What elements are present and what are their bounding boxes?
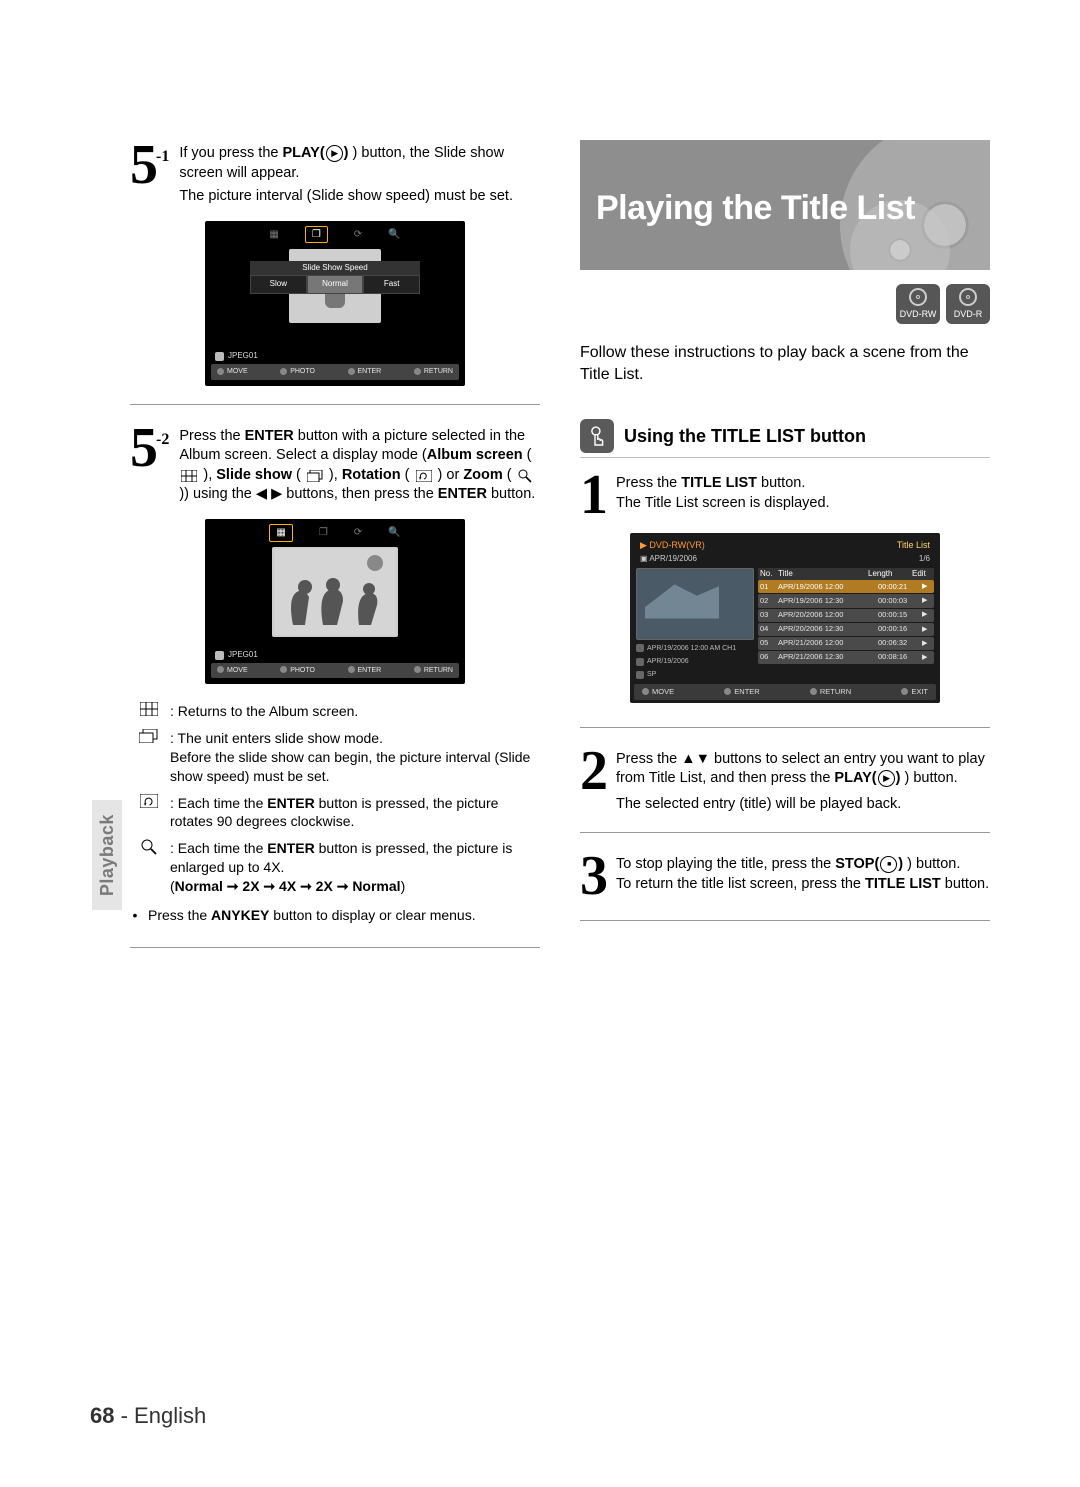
intro-text: Follow these instructions to play back a… [580, 342, 990, 385]
section-title: Using the TITLE LIST button [624, 424, 866, 448]
speed-fast: Fast [363, 275, 420, 294]
step-num: 2 [580, 746, 606, 796]
step-num: 3 [580, 851, 606, 901]
badge-dvd-r: DVD-R [946, 284, 990, 324]
title-list-row: 04APR/20/2006 12:3000:00:16▶ [758, 623, 934, 636]
step-num: 1 [580, 470, 606, 520]
osd-file: JPEG01 [211, 348, 459, 362]
disc-icon [959, 288, 977, 306]
rotate-icon [138, 794, 160, 808]
divider [580, 457, 990, 458]
title-thumbnail [636, 568, 754, 640]
speed-row: Slow Normal Fast [250, 275, 420, 294]
speed-title: Slide Show Speed [250, 261, 420, 276]
step-sup: -1 [156, 146, 169, 168]
step-num: 5 [130, 140, 156, 190]
page-footer: 68 - English [90, 1401, 206, 1431]
title-list-row: 06APR/21/2006 12:3000:08:16▶ [758, 651, 934, 664]
grid-icon [181, 469, 197, 481]
section-head: Using the TITLE LIST button [580, 419, 990, 453]
hero-title: Playing the Title List [596, 186, 915, 232]
speed-normal: Normal [307, 275, 364, 294]
play-icon: ▶ [326, 145, 343, 162]
title-list-row: 05APR/21/2006 12:0000:06:32▶ [758, 637, 934, 650]
rotate-icon: ⟳ [354, 228, 362, 242]
divider [580, 727, 990, 728]
icon-legend: : Returns to the Album screen. : The uni… [138, 702, 540, 896]
title-list-row: 03APR/20/2006 12:0000:00:15▶ [758, 609, 934, 622]
divider [580, 920, 990, 921]
slideshow-icon [138, 729, 160, 743]
step-text: If you press the PLAY(▶) ) button, the S… [179, 140, 540, 207]
step-3: 3 To stop playing the title, press the S… [580, 851, 990, 901]
title-list-row: 01APR/19/2006 12:0000:00:21▶ [758, 580, 934, 593]
anykey-note: • Press the ANYKEY button to display or … [130, 906, 540, 925]
step-5-2: 5 -2 Press the ENTER button with a pictu… [130, 423, 540, 505]
slideshow-icon: ❐ [305, 226, 328, 244]
slideshow-icon: ❐ [319, 526, 328, 540]
osd-help: MOVE PHOTO ENTER RETURN [211, 364, 459, 379]
play-icon: ▶ [878, 770, 895, 787]
title-list-row: 02APR/19/2006 12:3000:00:03▶ [758, 594, 934, 607]
step-sup: -2 [156, 429, 169, 451]
step-text: To stop playing the title, press the STO… [616, 851, 989, 894]
step-2: 2 Press the ▲▼ buttons to select an entr… [580, 746, 990, 815]
zoom-icon [138, 839, 160, 855]
step-5-1: 5 -1 If you press the PLAY(▶) ) button, … [130, 140, 540, 207]
osd-slideshow-speed: ▦ ❐ ⟳ 🔍 Slide Show Speed Slow Normal Fas… [205, 221, 465, 386]
slideshow-icon [307, 469, 323, 481]
zoom-icon: 🔍 [388, 526, 400, 540]
zoom-icon [518, 469, 534, 481]
hand-icon [580, 419, 614, 453]
title-list-screenshot: ▶ DVD-RW(VR) Title List ▣ APR/19/2006 1/… [630, 533, 940, 703]
hero-banner: Playing the Title List [580, 140, 990, 270]
divider [130, 947, 540, 948]
rotate-icon [416, 469, 432, 481]
divider [580, 832, 990, 833]
rotate-icon: ⟳ [354, 526, 362, 540]
stop-icon: ■ [880, 856, 897, 873]
badge-dvd-rw: DVD-RW [896, 284, 940, 324]
grid-icon: ▦ [269, 228, 278, 242]
step-text: Press the TITLE LIST button. The Title L… [616, 470, 830, 513]
step-num: 5 [130, 423, 156, 473]
step-text: Press the ▲▼ buttons to select an entry … [616, 746, 990, 815]
media-badges: DVD-RW DVD-R [580, 284, 990, 324]
grid-icon: ▦ [269, 524, 292, 542]
grid-icon [138, 702, 160, 716]
step-text: Press the ENTER button with a picture se… [179, 423, 540, 505]
osd-preview [272, 547, 398, 637]
osd-help: MOVE PHOTO ENTER RETURN [211, 663, 459, 678]
osd-display-mode: ▦ ❐ ⟳ 🔍 [205, 519, 465, 684]
divider [130, 404, 540, 405]
osd-file: JPEG01 [211, 647, 459, 661]
zoom-icon: 🔍 [388, 228, 400, 242]
step-1: 1 Press the TITLE LIST button. The Title… [580, 470, 990, 520]
page: 5 -1 If you press the PLAY(▶) ) button, … [0, 0, 1080, 1487]
disc-icon [909, 288, 927, 306]
speed-slow: Slow [250, 275, 307, 294]
